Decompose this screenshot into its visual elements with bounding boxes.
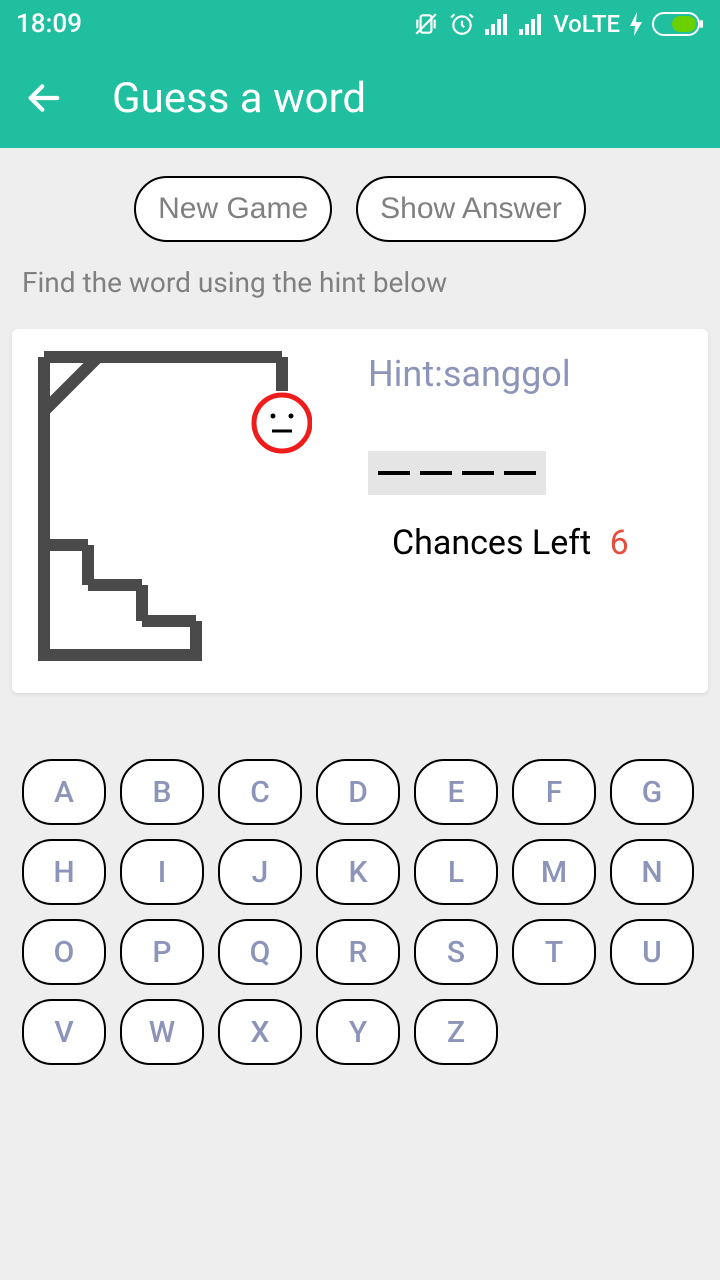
hint-label: Hint: (368, 353, 443, 395)
letter-keyboard: ABCDEFG HIJKLMN OPQRSTU VWXYZ (0, 759, 720, 1065)
chances-value: 6 (610, 523, 629, 563)
status-time: 18:09 (16, 9, 82, 39)
battery-icon (652, 12, 704, 36)
key-n[interactable]: N (610, 839, 694, 905)
new-game-button[interactable]: New Game (134, 176, 332, 242)
key-e[interactable]: E (414, 759, 498, 825)
key-q[interactable]: Q (218, 919, 302, 985)
signal-icon-2 (519, 13, 543, 35)
app-bar: Guess a word (0, 48, 720, 148)
hangman-drawing (32, 351, 312, 665)
keyboard-row: VWXYZ (22, 999, 698, 1065)
charging-icon (630, 12, 642, 36)
key-u[interactable]: U (610, 919, 694, 985)
chances-label: Chances Left (392, 523, 591, 563)
signal-icon (485, 13, 509, 35)
volte-label: VoLTE (553, 10, 620, 38)
key-j[interactable]: J (218, 839, 302, 905)
key-v[interactable]: V (22, 999, 106, 1065)
key-p[interactable]: P (120, 919, 204, 985)
key-h[interactable]: H (22, 839, 106, 905)
keyboard-row: ABCDEFG (22, 759, 698, 825)
hint-text: Hint:sanggol (368, 353, 571, 395)
key-a[interactable]: A (22, 759, 106, 825)
game-card: Hint:sanggol Chances Left 6 (12, 329, 708, 693)
keyboard-row: HIJKLMN (22, 839, 698, 905)
key-f[interactable]: F (512, 759, 596, 825)
alarm-icon (449, 11, 475, 37)
key-i[interactable]: I (120, 839, 204, 905)
letter-blank (378, 471, 410, 475)
key-x[interactable]: X (218, 999, 302, 1065)
face-icon (254, 395, 310, 451)
hint-value: sanggol (443, 353, 571, 395)
keyboard-row: OPQRSTU (22, 919, 698, 985)
word-blanks (368, 451, 546, 495)
key-m[interactable]: M (512, 839, 596, 905)
status-icons: VoLTE (413, 10, 704, 38)
key-o[interactable]: O (22, 919, 106, 985)
key-r[interactable]: R (316, 919, 400, 985)
page-title: Guess a word (112, 74, 366, 123)
back-arrow-icon[interactable] (24, 78, 64, 118)
key-b[interactable]: B (120, 759, 204, 825)
key-y[interactable]: Y (316, 999, 400, 1065)
instruction-text: Find the word using the hint below (0, 242, 720, 299)
show-answer-button[interactable]: Show Answer (356, 176, 586, 242)
key-l[interactable]: L (414, 839, 498, 905)
key-s[interactable]: S (414, 919, 498, 985)
letter-blank (462, 471, 494, 475)
letter-blank (420, 471, 452, 475)
key-w[interactable]: W (120, 999, 204, 1065)
action-row: New Game Show Answer (0, 176, 720, 242)
key-c[interactable]: C (218, 759, 302, 825)
status-bar: 18:09 VoLTE (0, 0, 720, 48)
letter-blank (504, 471, 536, 475)
key-t[interactable]: T (512, 919, 596, 985)
vibrate-off-icon (413, 11, 439, 37)
key-z[interactable]: Z (414, 999, 498, 1065)
key-k[interactable]: K (316, 839, 400, 905)
card-right: Hint:sanggol Chances Left 6 (368, 351, 688, 665)
key-d[interactable]: D (316, 759, 400, 825)
key-g[interactable]: G (610, 759, 694, 825)
chances-row: Chances Left 6 (392, 523, 629, 563)
